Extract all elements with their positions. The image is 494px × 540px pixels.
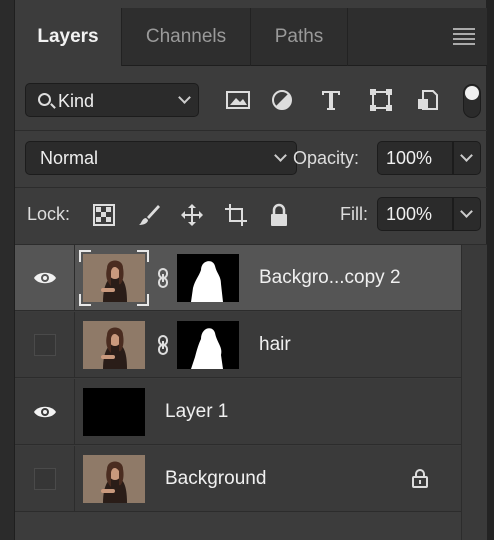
selection-corner	[79, 250, 91, 262]
type-filter-icon[interactable]	[318, 88, 344, 112]
layers-panel: Layers Channels Paths Kind Normal Opacit…	[14, 0, 487, 540]
layer-row[interactable]: Background	[15, 446, 461, 512]
layer-mask-thumbnail[interactable]	[177, 321, 239, 369]
opacity-dropdown[interactable]	[453, 141, 481, 175]
chevron-down-icon	[178, 91, 191, 104]
eye-icon[interactable]	[33, 405, 57, 419]
visibility-cell[interactable]	[15, 245, 75, 311]
selection-corner	[79, 294, 91, 306]
panel-tab-bar: Layers Channels Paths	[15, 8, 487, 66]
shape-filter-icon[interactable]	[368, 88, 394, 112]
visibility-toggle-off[interactable]	[34, 334, 56, 356]
tab-separator	[347, 8, 348, 66]
lock-artboard-icon[interactable]	[224, 203, 248, 227]
smart-object-filter-icon[interactable]	[415, 88, 441, 112]
divider	[15, 130, 487, 131]
search-icon	[38, 93, 51, 106]
panel-menu-icon[interactable]	[453, 28, 475, 45]
selection-corner	[137, 294, 149, 306]
left-gutter	[0, 0, 14, 540]
layer-name[interactable]: Layer 1	[165, 401, 228, 423]
chevron-down-icon	[460, 205, 473, 218]
layer-row[interactable]: Backgro...copy 2	[15, 245, 461, 311]
selection-corner	[137, 250, 149, 262]
layer-locked-icon[interactable]	[411, 468, 429, 488]
chevron-down-icon	[460, 149, 473, 162]
lock-position-move-icon[interactable]	[180, 203, 204, 227]
filter-kind-label: Kind	[58, 91, 95, 111]
image-filter-icon[interactable]	[225, 88, 251, 112]
tab-paths[interactable]: Paths	[251, 8, 347, 66]
layers-scrollbar[interactable]	[461, 245, 487, 540]
layer-name[interactable]: Background	[165, 468, 266, 490]
blend-mode-dropdown[interactable]: Normal	[25, 141, 297, 175]
tab-layers[interactable]: Layers	[15, 8, 121, 66]
layer-row[interactable]: Layer 1	[15, 379, 461, 445]
layer-row[interactable]: hair	[15, 312, 461, 378]
chevron-down-icon	[274, 149, 287, 162]
lock-transparent-pixels-icon[interactable]	[92, 203, 116, 227]
filter-toggle[interactable]	[463, 84, 481, 118]
lock-label: Lock:	[27, 204, 71, 224]
fill-dropdown[interactable]	[453, 197, 481, 231]
lock-image-pixels-brush-icon[interactable]	[137, 203, 161, 227]
fill-label: Fill:	[340, 204, 368, 224]
mask-link-icon[interactable]	[157, 335, 169, 355]
layer-thumbnail[interactable]	[83, 388, 145, 436]
eye-icon[interactable]	[33, 271, 57, 285]
filter-row: Kind	[15, 66, 487, 130]
blend-mode-value: Normal	[40, 148, 99, 168]
layer-thumbnail[interactable]	[83, 455, 145, 503]
opacity-label: Opacity:	[293, 148, 360, 168]
visibility-cell[interactable]	[15, 312, 75, 378]
visibility-toggle-off[interactable]	[34, 468, 56, 490]
opacity-field[interactable]: 100%	[377, 141, 453, 175]
adjustment-filter-icon[interactable]	[269, 88, 295, 112]
layer-name[interactable]: Backgro...copy 2	[259, 267, 401, 289]
layer-thumbnail[interactable]	[83, 254, 145, 302]
layer-mask-thumbnail[interactable]	[177, 254, 239, 302]
mask-link-icon[interactable]	[157, 268, 169, 288]
lock-all-icon[interactable]	[267, 203, 291, 227]
filter-kind-dropdown[interactable]: Kind	[25, 83, 199, 117]
tab-channels[interactable]: Channels	[122, 8, 250, 66]
fill-field[interactable]: 100%	[377, 197, 453, 231]
layer-name[interactable]: hair	[259, 334, 291, 356]
divider	[15, 187, 487, 188]
visibility-cell[interactable]	[15, 446, 75, 512]
visibility-cell[interactable]	[15, 379, 75, 445]
layer-thumbnail[interactable]	[83, 321, 145, 369]
